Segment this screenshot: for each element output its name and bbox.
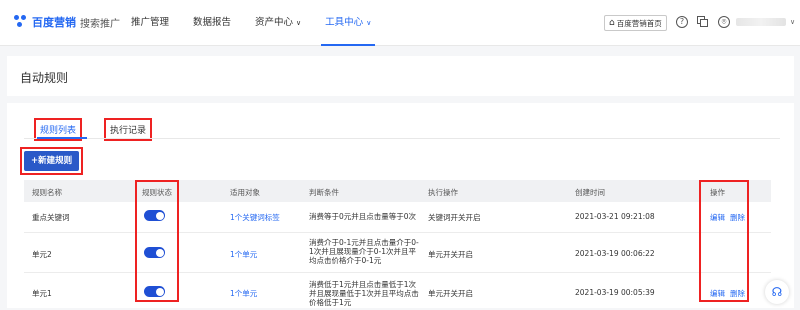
brand-sub: 搜索推广	[80, 18, 120, 30]
nav-item-promotion[interactable]: 推广管理	[123, 0, 177, 46]
nav-label: 推广管理	[131, 17, 170, 28]
edit-link[interactable]: 编辑	[710, 288, 725, 299]
nav-item-tools[interactable]: 工具中心 ∨	[317, 0, 379, 46]
created-time: 2021-03-19 00:06:22	[575, 249, 655, 258]
action-text: 单元开关开启	[428, 250, 473, 259]
column-header: 规则状态	[142, 188, 172, 197]
tab-divider	[24, 138, 780, 139]
column-header: 创建时间	[575, 188, 605, 197]
condition-text: 消费低于1元并且点击量低于1次并且展现量低于1次并且平均点击价格低于1元	[309, 280, 419, 307]
baidu-paw-icon	[14, 15, 28, 29]
home-button-label: 百度营销首页	[616, 18, 662, 28]
target-link[interactable]: 1个单元	[230, 249, 257, 260]
logo[interactable]: 百度营销 搜索推广	[14, 14, 120, 30]
nav-label: 资产中心	[255, 17, 294, 28]
top-bar: 百度营销 搜索推广 推广管理 数据报告 资产中心 ∨ 工具中心 ∨ ⌂ 百度营销首页…	[0, 0, 800, 46]
column-header: 规则名称	[32, 188, 62, 197]
user-icon: ⌾	[718, 16, 730, 28]
toggle-knob	[155, 287, 164, 296]
chat-help-icon[interactable]: ☊	[765, 280, 789, 304]
page-header: 自动规则	[7, 56, 794, 96]
add-rule-highlight: +新建规则	[20, 147, 84, 175]
delete-link[interactable]: 删除	[730, 212, 745, 223]
user-menu[interactable]: ⌾ ∨	[718, 16, 795, 28]
page-title: 自动规则	[20, 71, 69, 85]
toggle-knob	[155, 248, 164, 257]
target-link[interactable]: 1个单元	[230, 288, 257, 299]
delete-link[interactable]: 删除	[730, 288, 745, 299]
nav-label: 工具中心	[325, 17, 364, 28]
copy-icon[interactable]	[697, 16, 709, 28]
column-header: 适用对象	[230, 188, 260, 197]
created-time: 2021-03-19 00:05:39	[575, 288, 655, 297]
main-nav: 推广管理 数据报告 资产中心 ∨ 工具中心 ∨	[123, 0, 387, 46]
help-icon[interactable]: ?	[676, 16, 688, 28]
toggle-knob	[155, 211, 164, 220]
home-icon: ⌂	[609, 18, 615, 28]
rule-name: 单元2	[32, 250, 52, 259]
username-redacted	[736, 18, 786, 26]
add-rule-button[interactable]: +新建规则	[24, 151, 80, 171]
row-divider	[24, 272, 771, 273]
created-time: 2021-03-21 09:21:08	[575, 212, 655, 221]
rule-status-toggle[interactable]	[144, 247, 165, 258]
action-text: 关键词开关开启	[428, 213, 481, 222]
row-divider	[24, 232, 771, 233]
chevron-down-icon: ∨	[366, 19, 372, 27]
table-header	[24, 180, 771, 202]
nav-label: 数据报告	[193, 17, 232, 28]
condition-text: 消费等于0元并且点击量等于0次	[309, 212, 417, 221]
column-header: 判断条件	[309, 188, 339, 197]
edit-link[interactable]: 编辑	[710, 212, 725, 223]
action-text: 单元开关开启	[428, 289, 473, 298]
nav-item-assets[interactable]: 资产中心 ∨	[247, 0, 309, 46]
tab-active-indicator	[37, 137, 87, 139]
brand-name: 百度营销	[32, 16, 76, 29]
rule-status-toggle[interactable]	[144, 286, 165, 297]
nav-item-reports[interactable]: 数据报告	[185, 0, 239, 46]
chevron-down-icon: ∨	[296, 19, 302, 27]
condition-text: 消费介于0-1元并且点击量介于0-1次并且展现量介于0-1次并且平均点击价格介于…	[309, 238, 419, 265]
chevron-down-icon: ∨	[790, 18, 796, 26]
rule-name: 单元1	[32, 289, 52, 298]
column-header: 执行操作	[428, 188, 458, 197]
home-button[interactable]: ⌂ 百度营销首页	[604, 15, 667, 31]
rule-status-toggle[interactable]	[144, 210, 165, 221]
column-header: 操作	[710, 188, 725, 197]
rule-name: 重点关键词	[32, 213, 70, 222]
target-link[interactable]: 1个关键词标签	[230, 212, 280, 223]
